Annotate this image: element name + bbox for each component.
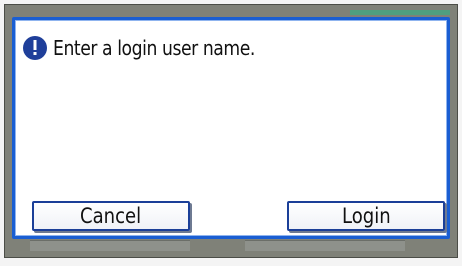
cancel-button[interactable]: Cancel <box>32 201 190 231</box>
dialog-message: Enter a login user name. <box>23 36 288 60</box>
info-icon <box>23 36 47 60</box>
message-text: Enter a login user name. <box>53 36 255 60</box>
login-button-label: Login <box>341 204 391 228</box>
screen-top-accent <box>350 10 450 15</box>
cancel-button-label: Cancel <box>80 204 142 228</box>
bottom-tab-left <box>30 240 190 251</box>
device-screen: Enter a login user name. Cancel Login <box>0 0 462 266</box>
login-dialog: Enter a login user name. Cancel Login <box>12 17 450 239</box>
bottom-tab-right <box>245 240 405 251</box>
login-button[interactable]: Login <box>287 201 445 231</box>
